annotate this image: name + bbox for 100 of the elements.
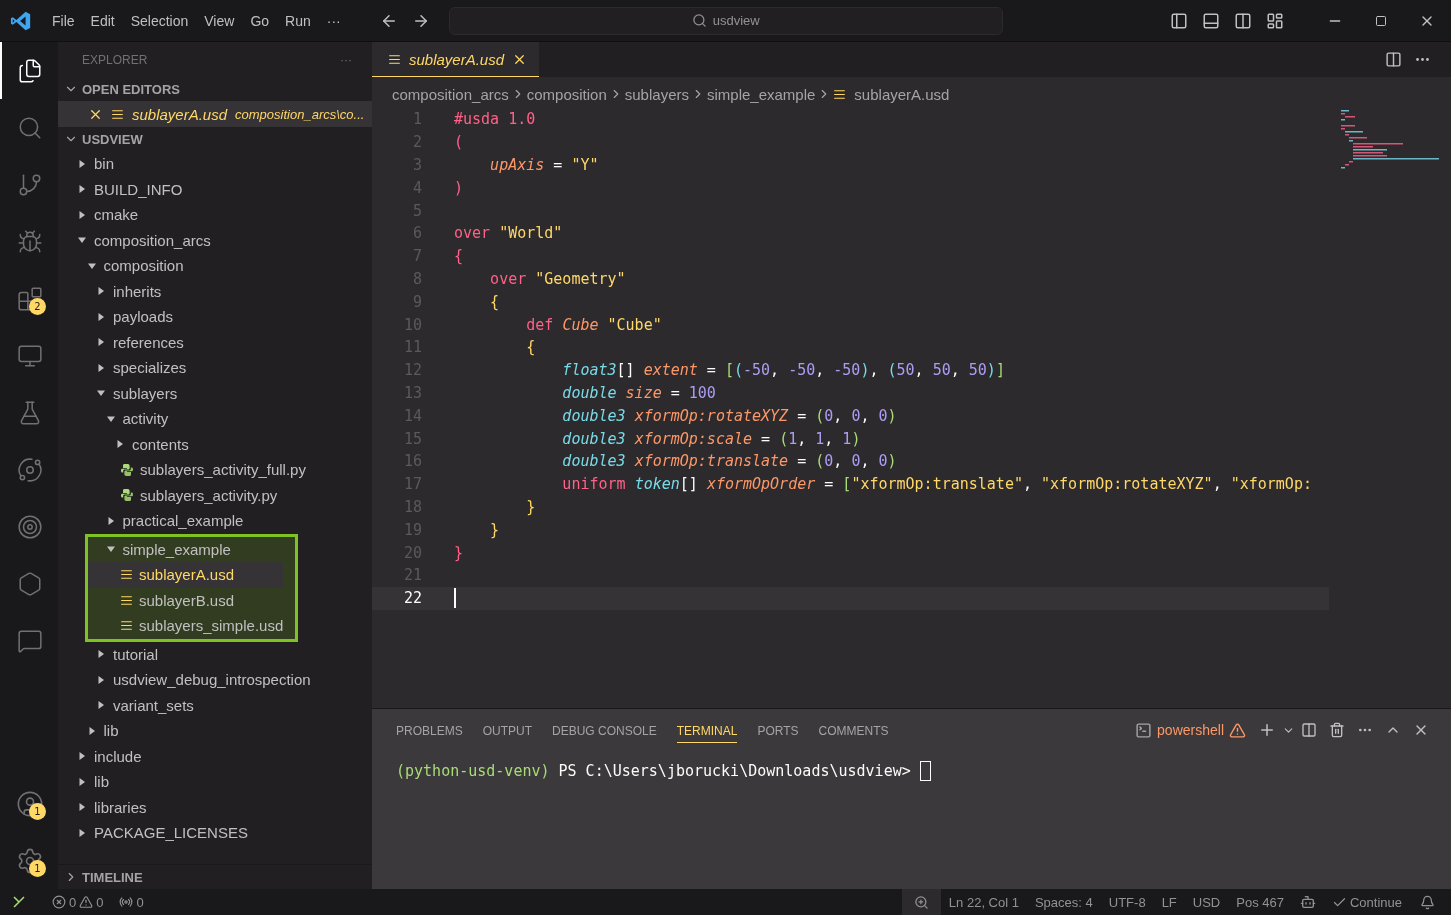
code-line: } [489,520,500,539]
tree-item[interactable]: lib [58,769,372,795]
zoom-icon[interactable] [913,894,929,910]
panel-tab[interactable]: PORTS [757,717,799,743]
status-item[interactable]: UTF-8 [1100,889,1154,915]
tree-item[interactable]: composition [58,253,372,279]
python-icon [120,488,134,503]
maximize-icon[interactable] [1375,14,1387,27]
lines-icon [120,619,133,633]
tree-item[interactable]: payloads [58,304,372,330]
tree-item[interactable]: BUILD_INFO [58,176,372,202]
sidebar-toggle-icon[interactable] [1170,11,1188,30]
activity-bar-item[interactable]: 2 [0,270,58,327]
layout-icon[interactable] [1266,11,1284,30]
files-icon [17,57,43,84]
command-center[interactable]: usdview [448,6,1003,35]
code-line: { [525,338,536,357]
tree-item[interactable]: simple_example [87,536,284,562]
status-item[interactable]: Ln 22, Col 1 [940,889,1027,915]
tree-item[interactable]: sublayers_activity_full.py [58,457,372,483]
breadcrumb-item[interactable]: composition_arcs [392,85,509,103]
collapsed-caret-icon [97,338,105,347]
collapsed-caret-icon [97,287,105,296]
activity-bar-item[interactable]: 1 [0,775,58,832]
tree-item[interactable]: PACKAGE_LICENSES [58,820,372,846]
activity-bar-item[interactable]: 1 [0,832,58,889]
menu-item[interactable]: File [44,12,83,29]
count-badge: 1 [29,803,46,820]
tree-item[interactable]: specializes [58,355,372,381]
collapsed-caret-icon [97,363,105,372]
split-icon[interactable] [1301,722,1317,738]
tree-item[interactable]: sublayers_simple.usd [87,613,284,639]
tree-item[interactable]: composition_arcs [58,227,372,253]
tree-item[interactable]: sublayerA.usd [87,562,284,588]
tree-item[interactable]: contents [58,431,372,457]
tree-item[interactable]: bin [58,151,372,177]
warning-icon [1229,721,1246,739]
more-actions-button[interactable]: ··· [340,52,352,67]
tree-item[interactable]: usdview_debug_introspection [58,667,372,693]
copilot-icon[interactable] [1299,894,1316,910]
panel-tab[interactable]: TERMINAL [676,717,738,743]
breadcrumb-item[interactable]: sublayers [624,85,689,103]
tree-item[interactable]: tutorial [58,641,372,667]
menu-item[interactable]: Edit [82,12,123,29]
panel-tab[interactable]: COMMENTS [818,717,889,743]
panel-tab[interactable]: DEBUG CONSOLE [552,717,657,743]
expanded-caret-icon [78,236,86,245]
open-editor-item[interactable]: sublayerA.usd composition_arcs\co... [58,101,372,127]
panel-toggle-icon[interactable] [1202,11,1220,30]
trash-icon[interactable] [1329,722,1345,738]
panel-tab[interactable]: OUTPUT [482,717,533,743]
breadcrumb-item[interactable]: composition [526,85,607,103]
panel-tab[interactable]: PROBLEMS [396,717,463,743]
remote-icon[interactable] [12,895,26,909]
tree-item[interactable]: include [58,743,372,769]
status-item[interactable]: LF [1153,889,1185,915]
split-editor-icon[interactable] [1385,51,1402,68]
tree-item[interactable]: lib [58,718,372,744]
tree-item[interactable]: practical_example [58,508,372,534]
collapsed-caret-icon [78,159,86,168]
status-item[interactable]: Spaces: 4 [1026,889,1101,915]
code-line: { [454,247,464,266]
tree-item[interactable]: libraries [58,794,372,820]
breadcrumb-item[interactable]: sublayerA.usd [854,85,950,103]
line-number: 22 [402,589,423,608]
collapsed-caret-icon [78,828,86,837]
sidebar-title: EXPLORER [82,52,148,67]
terminal-selector[interactable]: powershell [1135,721,1246,739]
breadcrumb-item[interactable]: simple_example [706,85,816,103]
add-icon[interactable] [1258,721,1276,739]
tree-item[interactable]: variant_sets [58,692,372,718]
bug-icon [17,228,43,255]
tree-item[interactable]: sublayers [58,380,372,406]
section-header[interactable]: OPEN EDITORS [58,77,372,101]
collapsed-caret-icon [116,440,124,449]
code-line: { [489,292,500,311]
collapsed-caret-icon [78,210,86,219]
collapsed-caret-icon [78,777,86,786]
bell-icon[interactable] [1420,894,1435,910]
tree-item[interactable]: inherits [58,278,372,304]
tree-item[interactable]: references [58,329,372,355]
tree-item[interactable]: sublayerB.usd [87,587,284,613]
tree-item[interactable]: sublayers_activity.py [58,482,372,508]
chat-icon [17,627,43,654]
menu-item[interactable]: Go [242,12,278,29]
menu-item[interactable]: Selection [122,12,197,29]
menu-item[interactable]: View [196,12,243,29]
tree-item[interactable]: activity [58,406,372,432]
status-item[interactable]: USD [1184,889,1229,915]
ports-status[interactable]: 0 [111,889,152,915]
editor-tab[interactable]: sublayerA.usd [372,42,540,77]
continue-status[interactable]: Continue [1323,889,1410,915]
status-item[interactable]: Pos 467 [1228,889,1292,915]
tree-item[interactable]: cmake [58,202,372,228]
menu-item[interactable]: Run [277,12,319,29]
menu-item[interactable]: ··· [318,12,349,29]
section-header[interactable]: USDVIEW [58,127,372,151]
split-layout-icon[interactable] [1234,11,1252,30]
problems-status[interactable]: 0 0 [44,889,112,915]
code-line: } [454,543,464,562]
